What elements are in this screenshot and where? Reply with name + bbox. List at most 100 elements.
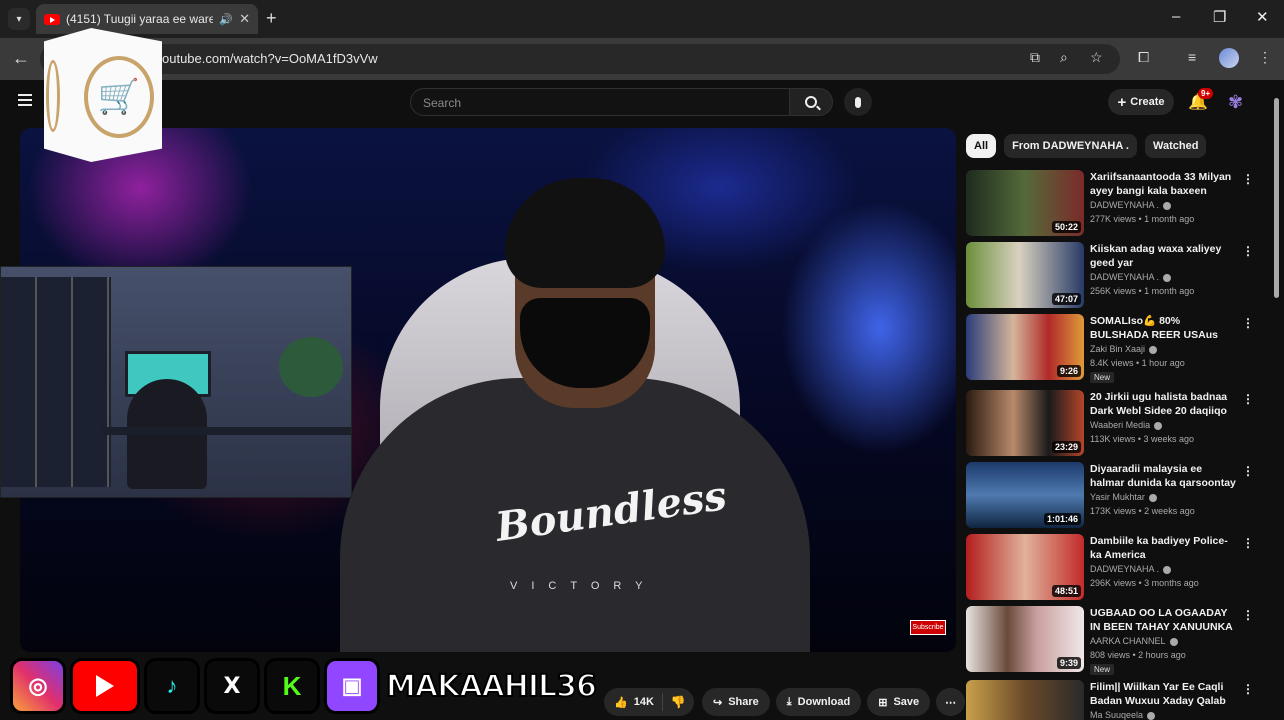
more-options-icon[interactable]: ⋮ <box>1242 608 1254 622</box>
screen: ▾ (4151) Tuugii yaraa ee wareeg 🔊 ✕ + – … <box>0 0 1284 720</box>
video-duration: 48:51 <box>1051 585 1081 597</box>
share-button[interactable]: ↪ Share <box>702 688 770 716</box>
video-title[interactable]: Xariifsanaantooda 33 Milyan ayey bangi k… <box>1090 170 1236 198</box>
video-thumbnail[interactable]: 48:51 <box>966 534 1084 600</box>
bookmark-star-icon[interactable]: ☆ <box>1090 49 1103 66</box>
recommendation-item[interactable]: 1:01:46 Diyaaradii malaysia ee halmar dun… <box>966 462 1256 530</box>
verified-icon <box>1147 711 1156 720</box>
more-options-icon[interactable]: ⋮ <box>1242 316 1254 330</box>
recommendation-item[interactable]: 9:26 SOMALIso💪 80% BULSHADA REER USAus OO… <box>966 314 1256 383</box>
video-meta: 808 views • 2 hours ago <box>1090 650 1186 660</box>
sidebar-scrollbar[interactable] <box>1272 90 1280 300</box>
channel-name[interactable]: DADWEYNAHA . <box>1090 200 1172 210</box>
minimize-button[interactable]: – <box>1172 8 1180 25</box>
more-options-icon[interactable]: ⋮ <box>1242 536 1254 550</box>
recommendation-item[interactable]: 9:39 UGBAAD OO LA OGAADAY IN BEEN TAHAY X… <box>966 606 1256 675</box>
video-thumbnail[interactable]: 47:07 <box>966 242 1084 308</box>
cart-logo-edge <box>46 60 60 132</box>
url-text[interactable]: outube.com/watch?v=OoMA1fD3vVw <box>162 51 378 66</box>
more-options-icon[interactable]: ⋮ <box>1242 682 1254 696</box>
shirt-sub-text: VICTORY <box>510 580 657 592</box>
video-thumbnail[interactable]: 9:39 <box>966 606 1084 672</box>
twitch-icon: ▣ <box>324 658 380 714</box>
video-thumbnail[interactable] <box>966 680 1084 720</box>
channel-name[interactable]: Zaki Bin Xaaji <box>1090 344 1158 354</box>
video-thumbnail[interactable]: 50:22 <box>966 170 1084 236</box>
reading-list-icon[interactable]: ≡ <box>1188 49 1196 65</box>
video-title[interactable]: Diyaaradii malaysia ee halmar dunida ka … <box>1090 462 1236 490</box>
tab-title: (4151) Tuugii yaraa ee wareeg <box>66 12 214 26</box>
verified-icon <box>1149 345 1158 354</box>
dislike-button[interactable]: 👎 <box>663 695 694 709</box>
browser-profile-avatar[interactable] <box>1219 48 1239 68</box>
room-desk <box>101 427 351 435</box>
download-button[interactable]: ⤓ Download <box>775 688 862 716</box>
back-arrow-icon[interactable]: ← <box>12 48 30 69</box>
video-meta: 296K views • 3 months ago <box>1090 578 1199 588</box>
voice-search-mic-icon[interactable] <box>844 88 872 116</box>
share-icon: ↪ <box>713 696 723 709</box>
tab-close-icon[interactable]: ✕ <box>239 11 250 27</box>
video-title[interactable]: 20 Jirkii ugu halista badnaa Dark Webl S… <box>1090 390 1236 418</box>
channel-name[interactable]: AARKA CHANNEL <box>1090 636 1178 646</box>
channel-name[interactable]: DADWEYNAHA . <box>1090 564 1172 574</box>
video-meta: 277K views • 1 month ago <box>1090 214 1195 224</box>
video-thumbnail[interactable]: 9:26 <box>966 314 1084 380</box>
video-title[interactable]: SOMALIso💪 80% BULSHADA REER USAus OO GAR… <box>1090 314 1236 342</box>
thumbs-down-icon: 👎 <box>670 695 686 709</box>
save-icon: ⊞ <box>878 696 888 709</box>
recommendation-item[interactable]: 50:22 Xariifsanaantooda 33 Milyan ayey ba… <box>966 170 1256 238</box>
video-meta: 8.4K views • 1 hour ago <box>1090 358 1185 368</box>
like-button[interactable]: 👍 14K <box>604 693 663 711</box>
video-meta: 173K views • 2 weeks ago <box>1090 506 1195 516</box>
filter-chips: All From DADWEYNAHA . Watched <box>966 134 1207 158</box>
video-duration: 9:26 <box>1056 365 1081 377</box>
video-title[interactable]: Dambiile ka badiyey Police-ka America <box>1090 534 1236 562</box>
video-title[interactable]: UGBAAD OO LA OGAADAY IN BEEN TAHAY XANUU… <box>1090 606 1236 634</box>
chip-all[interactable]: All <box>966 134 997 158</box>
video-thumbnail[interactable]: 23:29 <box>966 390 1084 456</box>
search-button[interactable] <box>789 88 833 116</box>
extensions-icon[interactable]: ⧠ <box>1138 49 1149 66</box>
channel-avatar[interactable]: ✾ <box>1228 92 1250 112</box>
recommendation-item[interactable]: 48:51 Dambiile ka badiyey Police-ka Ameri… <box>966 534 1256 602</box>
more-options-icon[interactable]: ⋮ <box>1242 392 1254 406</box>
channel-name[interactable]: Ma Suuqeela <box>1090 710 1156 720</box>
channel-name[interactable]: DADWEYNAHA . <box>1090 272 1172 282</box>
browser-toolbar: ← outube.com/watch?v=OoMA1fD3vVw ⧉ ⌕ ☆ ⧠… <box>0 38 1284 80</box>
search-input[interactable]: Search <box>410 88 790 116</box>
more-actions-button[interactable]: ⋯ <box>936 688 966 716</box>
install-app-icon[interactable]: ⧉ <box>1030 49 1040 66</box>
more-options-icon[interactable]: ⋮ <box>1242 172 1254 186</box>
maximize-button[interactable]: ❐ <box>1213 8 1226 26</box>
channel-name[interactable]: Yasir Mukhtar <box>1090 492 1157 502</box>
create-button[interactable]: + Create <box>1108 89 1174 115</box>
speaker-icon[interactable]: 🔊 <box>219 13 233 26</box>
x-icon: X <box>204 658 260 714</box>
browser-tab[interactable]: (4151) Tuugii yaraa ee wareeg 🔊 ✕ <box>36 4 258 34</box>
save-button[interactable]: ⊞ Save <box>867 688 931 716</box>
video-title[interactable]: Kiiskan adag waxa xaliyey geed yar <box>1090 242 1236 270</box>
more-options-icon[interactable]: ⋮ <box>1242 244 1254 258</box>
video-subscribe-watermark[interactable]: Subscribe <box>910 620 946 635</box>
video-title[interactable]: Filim|| Wiilkan Yar Ee Caqli Badan Wuxuu… <box>1090 680 1236 708</box>
chip-watched[interactable]: Watched <box>1145 134 1207 158</box>
guide-menu-icon[interactable] <box>18 94 32 106</box>
close-window-button[interactable]: ✕ <box>1256 8 1269 26</box>
recommendation-item[interactable]: Filim|| Wiilkan Yar Ee Caqli Badan Wuxuu… <box>966 680 1256 720</box>
channel-name[interactable]: Waaberi Media <box>1090 420 1163 430</box>
more-options-icon[interactable]: ⋮ <box>1242 464 1254 478</box>
video-meta: 256K views • 1 month ago <box>1090 286 1195 296</box>
room-window <box>1 277 111 487</box>
chip-from-channel[interactable]: From DADWEYNAHA . <box>1004 134 1137 158</box>
social-handle: MAKAAHIL36 <box>385 668 598 705</box>
new-tab-button[interactable]: + <box>266 9 277 27</box>
scrollbar-thumb[interactable] <box>1274 98 1279 298</box>
tab-search-button[interactable]: ▾ <box>8 8 30 30</box>
recommendation-item[interactable]: 47:07 Kiiskan adag waxa xaliyey geed yar D… <box>966 242 1256 310</box>
video-thumbnail[interactable]: 1:01:46 <box>966 462 1084 528</box>
verified-icon <box>1163 565 1172 574</box>
recommendation-item[interactable]: 23:29 20 Jirkii ugu halista badnaa Dark W… <box>966 390 1256 458</box>
zoom-icon[interactable]: ⌕ <box>1060 49 1068 66</box>
browser-menu-icon[interactable]: ⋮ <box>1258 49 1272 66</box>
